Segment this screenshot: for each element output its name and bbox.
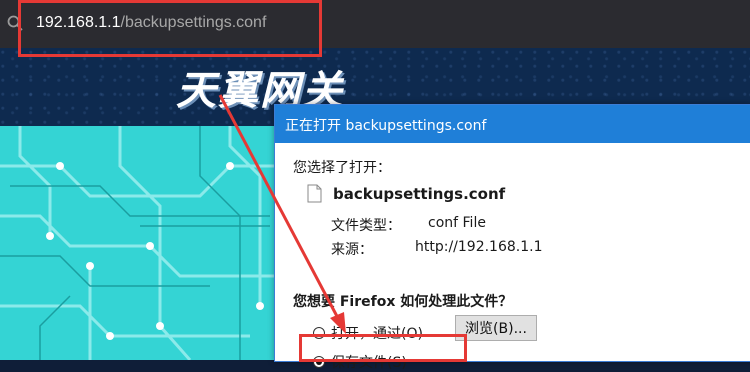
annotation-arrow [218, 94, 346, 334]
